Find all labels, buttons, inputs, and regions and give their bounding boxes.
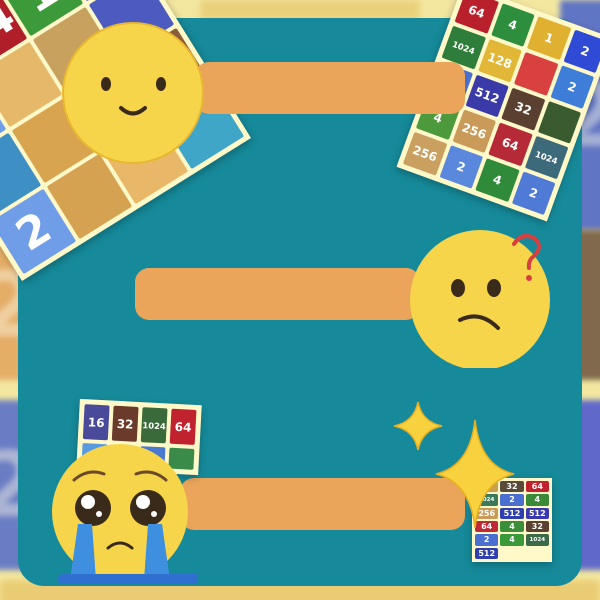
board-tile: 4	[490, 3, 535, 47]
board-tile: 32	[111, 405, 139, 442]
bg-tile	[200, 0, 420, 20]
answer-option-bar-2[interactable]	[135, 268, 420, 320]
board-tile: 512	[464, 74, 509, 118]
board-tile: 128	[477, 38, 522, 83]
smiling-face-icon[interactable]	[58, 18, 208, 168]
board-tile: 2	[439, 145, 484, 189]
board-tile: 512	[525, 507, 549, 519]
crying-pleading-face-icon[interactable]	[48, 440, 198, 585]
board-tile: 64	[525, 481, 549, 493]
board-tile	[537, 100, 582, 145]
confused-face-with-question-mark-icon[interactable]	[402, 228, 557, 368]
sparkle-icon	[435, 419, 515, 529]
board-tile: 2	[511, 171, 556, 216]
board-tile: 512	[475, 547, 499, 559]
board-tile: 4	[525, 494, 549, 506]
board-tile: 64	[488, 122, 533, 167]
board-tile: 4	[475, 158, 520, 202]
board-tile: 256	[402, 131, 447, 176]
board-tile: 2	[563, 29, 600, 73]
board-tile: 2	[475, 534, 499, 546]
board-tile: 4	[500, 534, 524, 546]
board-tile: 2	[550, 64, 595, 109]
board-tile: 1024	[525, 534, 549, 546]
board-tile: 1024	[140, 407, 168, 444]
board-tile: 16	[82, 404, 110, 441]
board-tile: 1024	[524, 135, 569, 180]
board-tile	[514, 51, 559, 96]
board-tile: 32	[525, 520, 549, 533]
answer-option-bar-3[interactable]	[180, 478, 465, 530]
board-tile: 256	[451, 109, 496, 154]
board-tile: 1	[526, 16, 571, 60]
board-tile: 32	[501, 87, 546, 131]
answer-option-bar-1[interactable]	[195, 62, 465, 114]
